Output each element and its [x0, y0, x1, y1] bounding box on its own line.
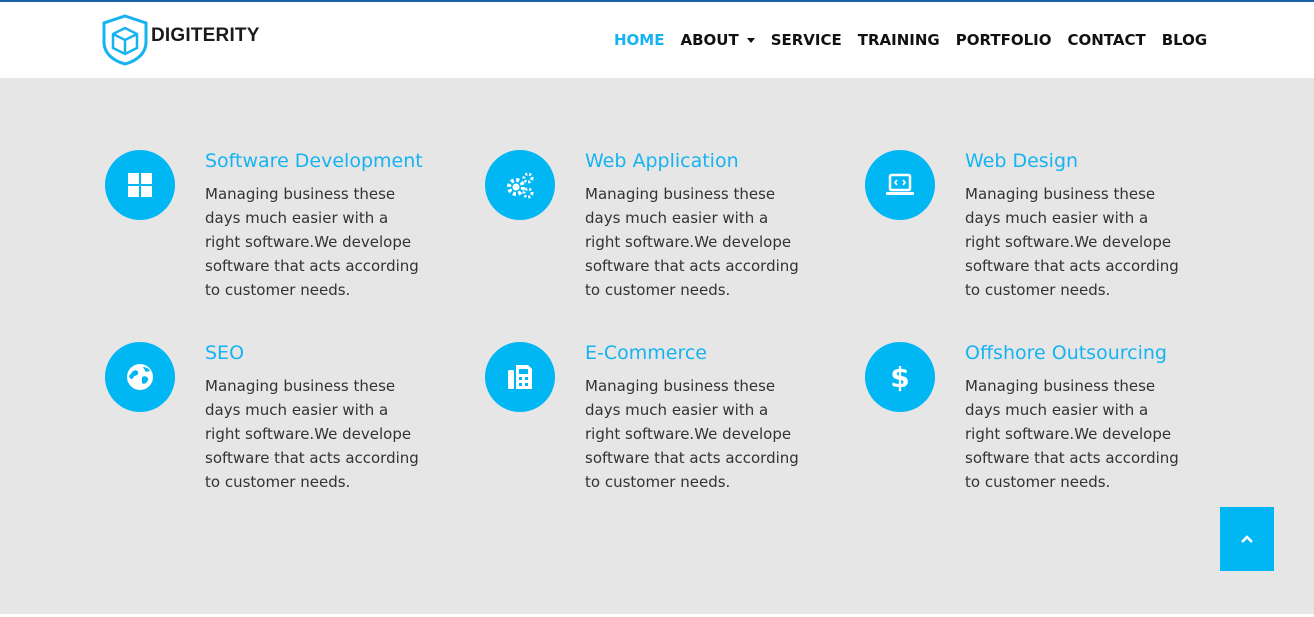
service-icon-circle — [865, 150, 935, 220]
service-description: Managing business these days much easier… — [585, 185, 799, 299]
site-header: DIGITERITY HOME ABOUT SERVICE TRAINING P… — [0, 2, 1314, 78]
caret-down-icon — [746, 37, 755, 43]
nav-training-label: TRAINING — [857, 31, 940, 49]
service-title: Offshore Outsourcing — [965, 342, 1167, 364]
service-icon-circle — [485, 342, 555, 412]
nav-blog-label: BLOG — [1161, 31, 1208, 49]
service-title: Web Application — [585, 150, 739, 172]
service-description: Managing business these days much easier… — [205, 377, 419, 491]
nav-home-label: HOME — [614, 31, 665, 49]
services-section: Software Development Managing business t… — [0, 78, 1314, 614]
service-title: E-Commerce — [585, 342, 707, 364]
gears-icon — [507, 172, 534, 199]
service-icon-circle — [105, 150, 175, 220]
service-title: SEO — [205, 342, 245, 364]
brand-logo[interactable]: DIGITERITY — [100, 14, 260, 66]
service-icon-circle: $ — [865, 342, 935, 412]
nav-contact-label: CONTACT — [1067, 31, 1146, 49]
nav-portfolio-label: PORTFOLIO — [955, 31, 1052, 49]
service-title: Software Development — [205, 150, 423, 172]
service-icon-circle — [105, 342, 175, 412]
service-description: Managing business these days much easier… — [585, 377, 799, 491]
nav-blog[interactable]: BLOG — [1162, 31, 1208, 49]
shield-cube-logo-icon — [102, 14, 148, 66]
nav-about[interactable]: ABOUT — [680, 31, 755, 49]
nav-service[interactable]: SERVICE — [771, 31, 842, 49]
nav-portfolio[interactable]: PORTFOLIO — [956, 31, 1052, 49]
service-description: Managing business these days much easier… — [965, 185, 1179, 299]
dollar-icon: $ — [890, 361, 909, 393]
brand-name: DIGITERITY — [151, 25, 260, 46]
service-description: Managing business these days much easier… — [205, 185, 419, 299]
service-title: Web Design — [965, 150, 1079, 172]
service-description: Managing business these days much easier… — [965, 377, 1179, 491]
nav-contact[interactable]: CONTACT — [1067, 31, 1145, 49]
service-icon-circle — [485, 150, 555, 220]
windows-icon — [128, 173, 152, 197]
scroll-to-top-button[interactable] — [1220, 507, 1274, 571]
nav-training[interactable]: TRAINING — [858, 31, 940, 49]
laptop-code-icon — [886, 173, 914, 195]
chevron-up-icon — [1241, 535, 1253, 543]
nav-about-label: ABOUT — [680, 31, 739, 49]
nav-home[interactable]: HOME — [614, 31, 664, 49]
nav-service-label: SERVICE — [770, 31, 842, 49]
svg-text:$: $ — [890, 361, 909, 393]
main-nav: HOME ABOUT SERVICE TRAINING PORTFOLIO CO… — [614, 31, 1207, 49]
fax-icon — [508, 365, 532, 389]
globe-icon — [127, 364, 153, 390]
